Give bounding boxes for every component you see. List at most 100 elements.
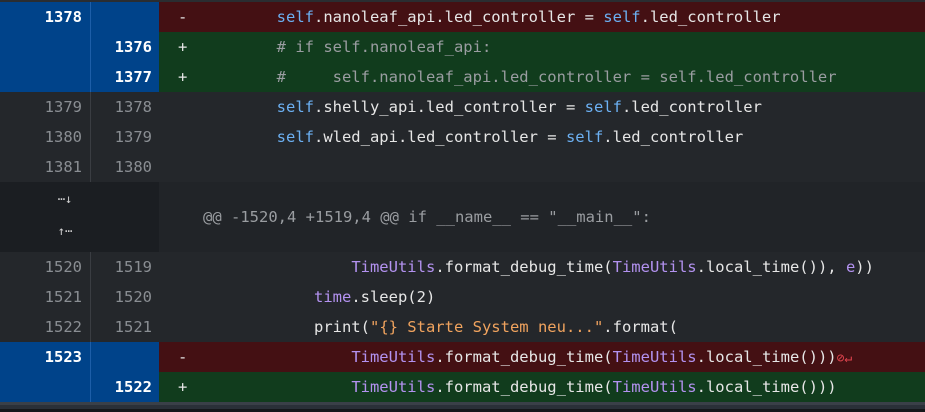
- code-text: print("{} Starte System neu...".format(: [202, 312, 678, 342]
- plus-sign: +: [178, 68, 188, 86]
- new-line-number: 1376: [91, 32, 159, 62]
- hunk-gutter: ⋯↓ ↑⋯: [0, 182, 159, 252]
- old-line-number: 1378: [0, 2, 91, 32]
- code-token: TimeUtils: [351, 378, 436, 396]
- diff-line-ctx[interactable]: 1520 1519 TimeUtils.format_debug_time(Tim…: [0, 252, 925, 282]
- no-newline-at-eof-icon: ⊘↵: [836, 351, 853, 366]
- code-token: self: [276, 8, 314, 26]
- code-text: self.nanoleaf_api.led_controller = self.…: [202, 2, 781, 32]
- code-line: self.wled_api.led_controller = self.led_…: [159, 122, 925, 152]
- code-line: + # if self.nanoleaf_api:: [159, 32, 925, 62]
- code-text: time.sleep(2): [202, 282, 435, 312]
- code-token: self: [276, 98, 314, 116]
- code-token: .nanoleaf_api.led_controller =: [313, 8, 604, 26]
- old-line-number: 1380: [0, 122, 91, 152]
- code-token: self: [584, 98, 622, 116]
- code-token: .wled_api.led_controller =: [313, 128, 566, 146]
- new-line-number: [91, 2, 159, 32]
- code-token: .led_controller: [621, 98, 762, 116]
- old-line-number: [0, 372, 91, 402]
- code-text: self.shelly_api.led_controller = self.le…: [202, 92, 762, 122]
- code-line: print("{} Starte System neu...".format(: [159, 312, 925, 342]
- code-text: # self.nanoleaf_api.led_controller = sel…: [202, 62, 837, 92]
- code-token: TimeUtils: [351, 348, 436, 366]
- code-text: TimeUtils.format_debug_time(TimeUtils.lo…: [202, 252, 874, 282]
- diff-line-ctx[interactable]: 1380 1379 self.wled_api.led_controller = …: [0, 122, 925, 152]
- code-line: self.shelly_api.led_controller = self.le…: [159, 92, 925, 122]
- code-token: self: [603, 8, 641, 26]
- code-token: # self.nanoleaf_api.led_controller = sel…: [202, 68, 837, 86]
- code-token: .format_debug_time(: [435, 258, 613, 276]
- code-line: time.sleep(2): [159, 282, 925, 312]
- diff-line-add[interactable]: 1376 + # if self.nanoleaf_api:: [0, 32, 925, 62]
- code-token: TimeUtils: [351, 258, 436, 276]
- new-line-number: 1522: [91, 372, 159, 402]
- code-token: .local_time()),: [696, 258, 846, 276]
- diff-line-del[interactable]: 1378 - self.nanoleaf_api.led_controller =…: [0, 2, 925, 32]
- new-line-number: 1520: [91, 282, 159, 312]
- plus-sign: +: [178, 38, 188, 56]
- hunk-header: @@ -1520,4 +1519,4 @@ if __name__ == "__…: [159, 182, 925, 252]
- old-line-number: 1520: [0, 252, 91, 282]
- old-line-number: [0, 62, 91, 92]
- code-text: TimeUtils.format_debug_time(TimeUtils.lo…: [202, 342, 852, 374]
- old-line-number: 1523: [0, 342, 91, 372]
- code-line: + TimeUtils.format_debug_time(TimeUtils.…: [159, 372, 925, 402]
- diff-line-ctx[interactable]: 1379 1378 self.shelly_api.led_controller …: [0, 92, 925, 122]
- minus-sign: -: [178, 348, 188, 366]
- diff-line-ctx[interactable]: 1521 1520 time.sleep(2): [0, 282, 925, 312]
- code-token: TimeUtils: [612, 348, 697, 366]
- old-line-number: 1381: [0, 152, 91, 182]
- code-line: + # self.nanoleaf_api.led_controller = s…: [159, 62, 925, 92]
- new-line-number: 1519: [91, 252, 159, 282]
- code-line: - TimeUtils.format_debug_time(TimeUtils.…: [159, 342, 925, 372]
- old-line-number: 1521: [0, 282, 91, 312]
- expand-up-icon[interactable]: ↑⋯: [54, 225, 76, 237]
- code-token: .local_time())): [696, 378, 837, 396]
- diff-line-del[interactable]: 1523 - TimeUtils.format_debug_time(TimeUt…: [0, 342, 925, 372]
- code-token: print(: [202, 318, 370, 336]
- new-line-number: 1380: [91, 152, 159, 182]
- hunk-separator: ⋯↓ ↑⋯ @@ -1520,4 +1519,4 @@ if __name__ …: [0, 182, 925, 252]
- minus-sign: -: [178, 8, 188, 26]
- old-line-number: 1379: [0, 92, 91, 122]
- diff-line-add[interactable]: 1522 + TimeUtils.format_debug_time(TimeUt…: [0, 372, 925, 402]
- code-token: self: [565, 128, 604, 146]
- code-token: .format_debug_time(: [435, 378, 613, 396]
- horizontal-scrollbar[interactable]: [0, 402, 925, 412]
- code-token: .format(: [603, 318, 678, 336]
- code-token: .sleep(2): [351, 288, 436, 306]
- diff-block-1: 1378- self.nanoleaf_api.led_controller =…: [0, 2, 925, 182]
- code-line: TimeUtils.format_debug_time(TimeUtils.lo…: [159, 252, 925, 282]
- code-line: - self.nanoleaf_api.led_controller = sel…: [159, 2, 925, 32]
- code-line: [159, 152, 925, 182]
- code-token: .local_time())): [696, 348, 837, 366]
- code-token: "{} Starte System neu...": [369, 318, 604, 336]
- code-token: e: [845, 258, 856, 276]
- code-token: time: [313, 288, 352, 306]
- code-token: .led_controller: [603, 128, 744, 146]
- code-token: # if self.nanoleaf_api:: [202, 38, 492, 56]
- diff-line-add[interactable]: 1377 + # self.nanoleaf_api.led_controller…: [0, 62, 925, 92]
- code-text: TimeUtils.format_debug_time(TimeUtils.lo…: [202, 372, 837, 402]
- plus-sign: +: [178, 378, 188, 396]
- new-line-number: 1379: [91, 122, 159, 152]
- new-line-number: [91, 342, 159, 372]
- code-text: # if self.nanoleaf_api:: [202, 32, 492, 62]
- new-line-number: 1521: [91, 312, 159, 342]
- code-token: )): [855, 258, 874, 276]
- scrollbar-thumb[interactable]: [0, 405, 925, 409]
- diff-block-2: 1520 1519 TimeUtils.format_debug_time(Tim…: [0, 252, 925, 402]
- old-line-number: 1522: [0, 312, 91, 342]
- diff-line-ctx[interactable]: 1381 1380: [0, 152, 925, 182]
- code-token: .shelly_api.led_controller =: [313, 98, 585, 116]
- expand-down-icon[interactable]: ⋯↓: [54, 193, 76, 205]
- diff-line-ctx[interactable]: 1522 1521 print("{} Starte System neu..."…: [0, 312, 925, 342]
